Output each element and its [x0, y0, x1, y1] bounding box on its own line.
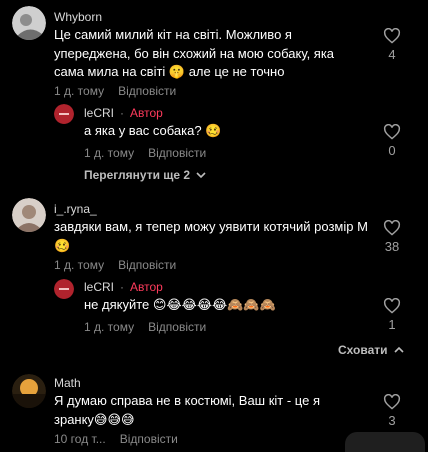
like-count: 0 [388, 143, 396, 158]
comment-meta: 1 д. тому Відповісти [54, 84, 176, 98]
author-badge: Автор [130, 106, 163, 120]
heart-icon [383, 220, 401, 236]
reply-time: 1 д. тому [84, 320, 135, 334]
comment-time: 1 д. тому [54, 258, 105, 272]
comment-text: Це самий милий кіт на світі. Можливо я у… [54, 27, 335, 79]
chevron-down-icon [196, 172, 206, 179]
reply-avatar[interactable] [54, 279, 74, 299]
reply-meta: 1 д. тому Відповісти [84, 146, 206, 160]
chevron-up-icon [393, 346, 404, 353]
hide-replies-button[interactable]: Сховати [338, 343, 404, 357]
comment-author[interactable]: Whyborn [54, 10, 102, 24]
separator-dot: · [120, 106, 125, 120]
heart-icon [383, 394, 401, 410]
reply-meta: 1 д. тому Відповісти [84, 320, 206, 334]
avatar[interactable] [12, 6, 46, 40]
reply-text: не дякуйте 😊😂😂😂😂🙈🙈🙈 [84, 297, 276, 312]
heart-icon [383, 28, 401, 44]
like-count: 4 [388, 47, 396, 62]
heart-icon [383, 124, 401, 140]
reply-time: 1 д. тому [84, 146, 135, 160]
like-button[interactable]: 38 [380, 220, 404, 254]
reply-author-row: leCRI · Автор [84, 106, 163, 120]
comment-time: 1 д. тому [54, 84, 105, 98]
avatar[interactable] [12, 198, 46, 232]
reply-button[interactable]: Відповісти [118, 84, 176, 98]
like-count: 1 [388, 317, 396, 332]
comment-meta: 1 д. тому Відповісти [54, 258, 176, 272]
comment-time: 10 год т... [54, 432, 106, 446]
like-count: 38 [384, 239, 400, 254]
separator-dot: · [120, 280, 125, 294]
comment-author[interactable]: Math [54, 376, 81, 390]
reply-button[interactable]: Відповісти [148, 320, 206, 334]
comment-text: Я думаю справа не в костюмі, Ваш кіт - ц… [54, 393, 320, 427]
heart-icon [383, 298, 401, 314]
reply-avatar[interactable] [54, 104, 74, 124]
reply-button[interactable]: Відповісти [120, 432, 178, 446]
comment-text: завдяки вам, я тепер можу уявити котячий… [54, 219, 368, 253]
like-count: 3 [388, 413, 396, 428]
comment-meta: 10 год т... Відповісти [54, 432, 178, 446]
view-more-label: Переглянути ще 2 [84, 168, 191, 182]
comment-author[interactable]: i_.ryna_ [54, 202, 97, 216]
reply-button[interactable]: Відповісти [148, 146, 206, 160]
hide-label: Сховати [338, 343, 388, 357]
reply-author[interactable]: leCRI [84, 280, 114, 294]
reply-button[interactable]: Відповісти [118, 258, 176, 272]
like-button[interactable]: 3 [380, 394, 404, 428]
avatar[interactable] [12, 374, 46, 408]
comment-input-bar[interactable] [345, 432, 425, 452]
like-button[interactable]: 0 [380, 124, 404, 158]
reply-text: а яка у вас собака? 🥴 [84, 123, 222, 138]
reply-author-row: leCRI · Автор [84, 280, 163, 294]
view-more-replies[interactable]: Переглянути ще 2 [84, 168, 206, 182]
like-button[interactable]: 1 [380, 298, 404, 332]
author-badge: Автор [130, 280, 163, 294]
like-button[interactable]: 4 [380, 28, 404, 62]
reply-author[interactable]: leCRI [84, 106, 114, 120]
